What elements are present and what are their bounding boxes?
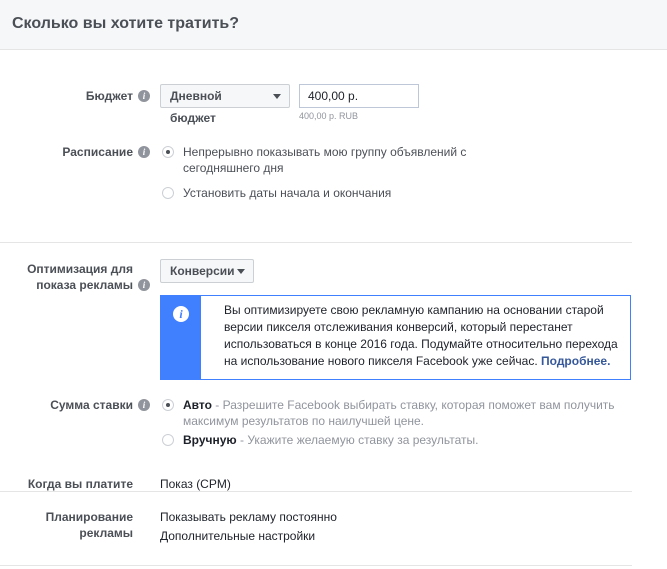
bid-manual-desc: - Укажите желаемую ставку за результаты.: [236, 433, 479, 447]
optimization-label: Оптимизация для показа рекламы: [27, 261, 133, 293]
bid-label: Сумма ставки: [50, 398, 133, 412]
info-icon[interactable]: i: [138, 279, 150, 291]
schedule-dates-text: Установить даты начала и окончания: [183, 186, 392, 200]
learn-more-link[interactable]: Подробнее.: [541, 354, 610, 368]
section-divider: [0, 242, 632, 243]
caret-down-icon: [237, 269, 245, 274]
optimization-label-line2: показа рекламы: [36, 278, 133, 292]
budget-type-dropdown[interactable]: Дневной бюджет: [160, 84, 290, 125]
bid-auto-radio[interactable]: [162, 399, 174, 411]
notice-bar: i: [161, 296, 201, 379]
bid-manual-option: Вручную - Укажите желаемую ставку за рез…: [183, 432, 478, 448]
advanced-settings-link[interactable]: Дополнительные настройки: [160, 528, 315, 544]
notice-text: Вы оптимизируете свою рекламную кампанию…: [224, 302, 624, 370]
bid-auto-option: Авто - Разрешите Facebook выбирать ставк…: [183, 397, 633, 429]
optimization-dropdown-label: Конверсии: [170, 264, 235, 278]
bid-auto-desc: - Разрешите Facebook выбирать ставку, ко…: [183, 398, 615, 428]
section-header: Сколько вы хотите тратить?: [0, 0, 667, 50]
caret-down-icon: [273, 94, 281, 99]
bid-manual-radio[interactable]: [162, 434, 174, 446]
delivery-label-line1: Планирование: [45, 510, 133, 524]
info-icon[interactable]: i: [138, 90, 150, 102]
delivery-label: Планирование рекламы: [46, 509, 133, 541]
info-icon[interactable]: i: [138, 399, 150, 411]
budget-type-label: Дневной бюджет: [170, 89, 222, 125]
schedule-continuous-text: Непрерывно показывать мою группу объявле…: [183, 145, 467, 175]
budget-amount-hint: 400,00 р. RUB: [299, 111, 359, 121]
pixel-notice: i Вы оптимизируете свою рекламную кампан…: [160, 295, 631, 380]
bid-manual-title: Вручную: [183, 433, 237, 447]
section-title: Сколько вы хотите тратить?: [12, 15, 240, 32]
delivery-value: Показывать рекламу постоянно: [160, 510, 337, 524]
budget-label: Бюджет: [85, 89, 133, 103]
optimization-dropdown[interactable]: Конверсии: [160, 259, 254, 283]
bid-auto-title: Авто: [183, 398, 212, 412]
info-icon[interactable]: i: [138, 146, 150, 158]
info-icon: i: [173, 306, 189, 322]
payment-value: Показ (CPM): [160, 477, 231, 491]
schedule-dates-radio[interactable]: [162, 187, 174, 199]
payment-label: Когда вы платите: [27, 477, 133, 491]
section-divider: [0, 491, 632, 492]
schedule-label: Расписание: [62, 145, 133, 159]
schedule-continuous-radio[interactable]: [162, 146, 174, 158]
optimization-label-line1: Оптимизация для: [27, 262, 133, 276]
budget-amount-input[interactable]: [299, 84, 419, 108]
delivery-label-line2: рекламы: [79, 526, 133, 540]
section-divider: [0, 565, 632, 566]
